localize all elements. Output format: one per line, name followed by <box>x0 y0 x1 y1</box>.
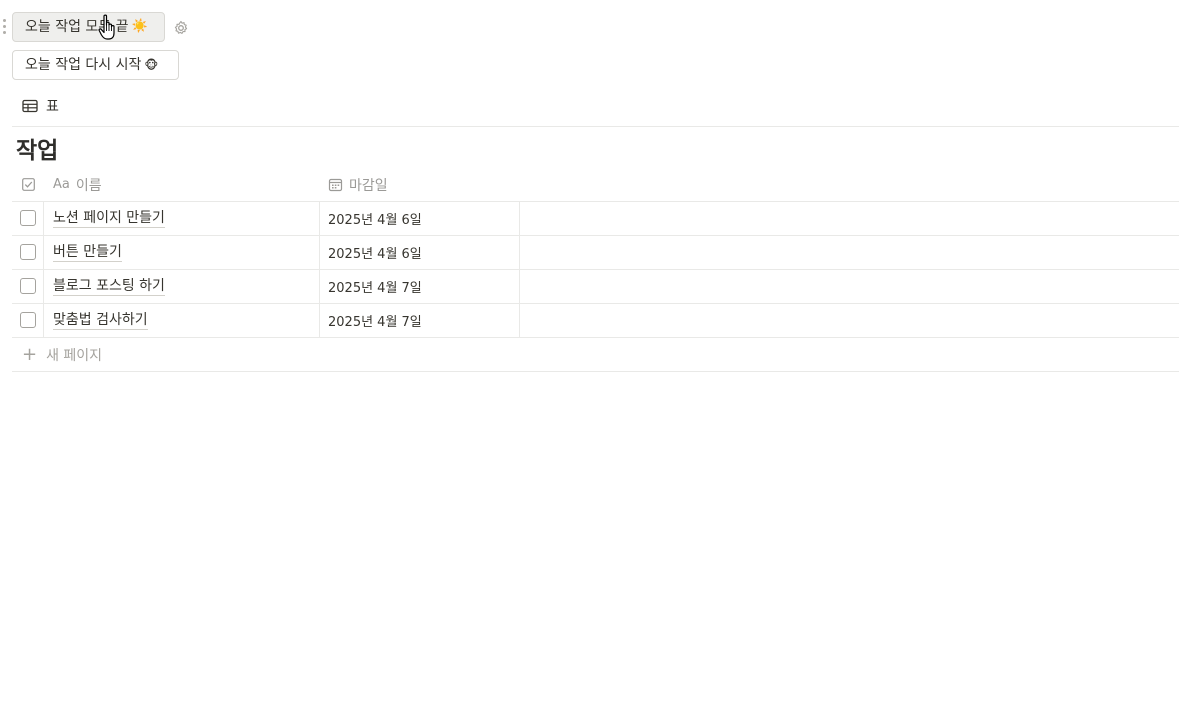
tab-table-view[interactable]: 표 <box>22 94 59 118</box>
table-header-row: Aa 이름 마감일 <box>12 168 1179 202</box>
task-due-cell[interactable]: 2025년 4월 6일 <box>320 236 520 269</box>
name-column-label: 이름 <box>75 177 102 194</box>
task-checkbox[interactable] <box>20 312 36 328</box>
text-property-icon: Aa <box>53 177 70 192</box>
task-name-cell[interactable]: 버튼 만들기 <box>44 236 320 269</box>
checkbox-property-icon[interactable] <box>22 178 35 191</box>
database-title[interactable]: 작업 <box>16 134 58 168</box>
database-table: Aa 이름 마감일 노션 페이지 만들기 2025년 4월 6일 버튼 만들기 … <box>12 168 1179 338</box>
row-check-cell <box>12 236 44 269</box>
table-row[interactable]: 버튼 만들기 2025년 4월 6일 <box>12 236 1179 270</box>
restart-today-button[interactable]: 오늘 작업 다시 시작 🐵 <box>12 50 179 80</box>
task-due-cell[interactable]: 2025년 4월 6일 <box>320 202 520 235</box>
monkey-emoji-icon: 🐵 <box>144 58 159 72</box>
task-name-cell[interactable]: 맞춤법 검사하기 <box>44 304 320 337</box>
calendar-icon <box>328 178 343 192</box>
restart-today-label: 오늘 작업 다시 시작 <box>25 57 142 73</box>
task-due-cell[interactable]: 2025년 4월 7일 <box>320 304 520 337</box>
task-name-cell[interactable]: 블로그 포스팅 하기 <box>44 270 320 303</box>
table-row[interactable]: 노션 페이지 만들기 2025년 4월 6일 <box>12 202 1179 236</box>
row-check-cell <box>12 304 44 337</box>
hand-pointer-icon <box>98 14 115 40</box>
task-checkbox[interactable] <box>20 210 36 226</box>
plus-icon: + <box>22 343 38 365</box>
new-page-label: 새 페이지 <box>46 347 103 364</box>
due-column-header[interactable]: 마감일 <box>320 168 520 201</box>
task-due: 2025년 4월 6일 <box>328 213 422 228</box>
table-row[interactable]: 블로그 포스팅 하기 2025년 4월 7일 <box>12 270 1179 304</box>
task-checkbox[interactable] <box>20 244 36 260</box>
gear-icon[interactable] <box>173 20 189 36</box>
due-column-label: 마감일 <box>349 177 388 194</box>
new-page-button[interactable]: + 새 페이지 <box>12 338 1179 372</box>
header-check-cell <box>12 168 44 201</box>
table-row[interactable]: 맞춤법 검사하기 2025년 4월 7일 <box>12 304 1179 338</box>
row-check-cell <box>12 202 44 235</box>
sun-emoji-icon: ☀️ <box>131 19 148 34</box>
task-due-cell[interactable]: 2025년 4월 7일 <box>320 270 520 303</box>
task-due: 2025년 4월 6일 <box>328 247 422 262</box>
task-name[interactable]: 블로그 포스팅 하기 <box>53 278 165 296</box>
task-name[interactable]: 버튼 만들기 <box>53 244 122 262</box>
name-column-header[interactable]: Aa 이름 <box>44 168 320 201</box>
finish-today-button[interactable]: 오늘 작업 모두 끝 ☀️ <box>12 12 165 42</box>
tab-table-label: 표 <box>46 99 59 115</box>
table-icon <box>22 99 38 113</box>
task-checkbox[interactable] <box>20 278 36 294</box>
task-due: 2025년 4월 7일 <box>328 315 422 330</box>
row-check-cell <box>12 270 44 303</box>
task-due: 2025년 4월 7일 <box>328 281 422 296</box>
task-name-cell[interactable]: 노션 페이지 만들기 <box>44 202 320 235</box>
view-divider <box>12 126 1179 127</box>
drag-handle-icon[interactable] <box>1 19 7 37</box>
task-name[interactable]: 노션 페이지 만들기 <box>53 210 165 228</box>
task-name[interactable]: 맞춤법 검사하기 <box>53 312 148 330</box>
